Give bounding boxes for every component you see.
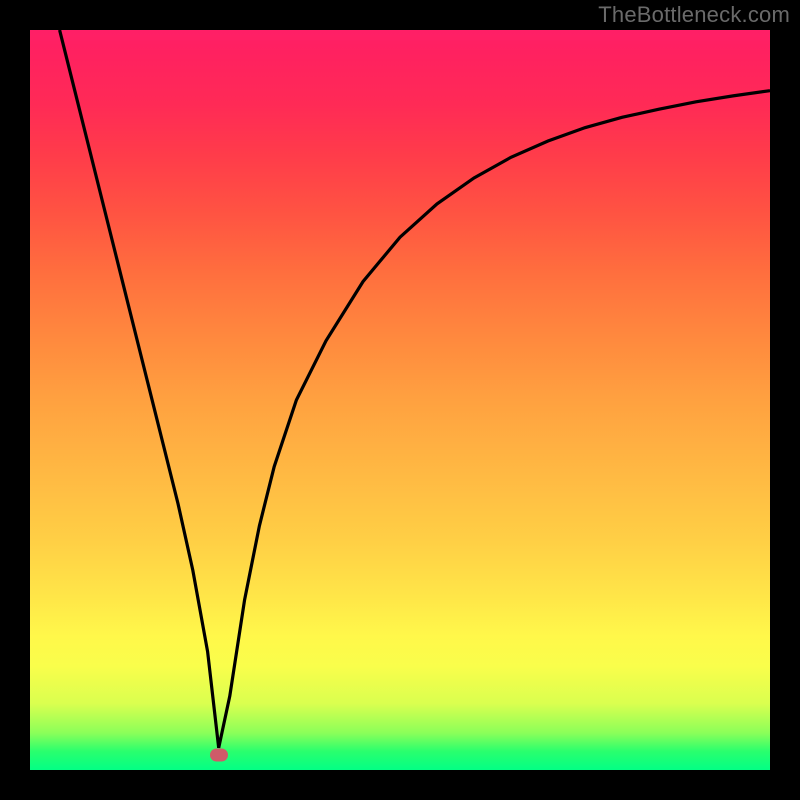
chart-frame: TheBottleneck.com	[0, 0, 800, 800]
minimum-marker	[210, 749, 228, 762]
curve-svg	[30, 30, 770, 770]
watermark-text: TheBottleneck.com	[598, 2, 790, 28]
bottleneck-curve	[60, 30, 770, 748]
plot-area	[30, 30, 770, 770]
